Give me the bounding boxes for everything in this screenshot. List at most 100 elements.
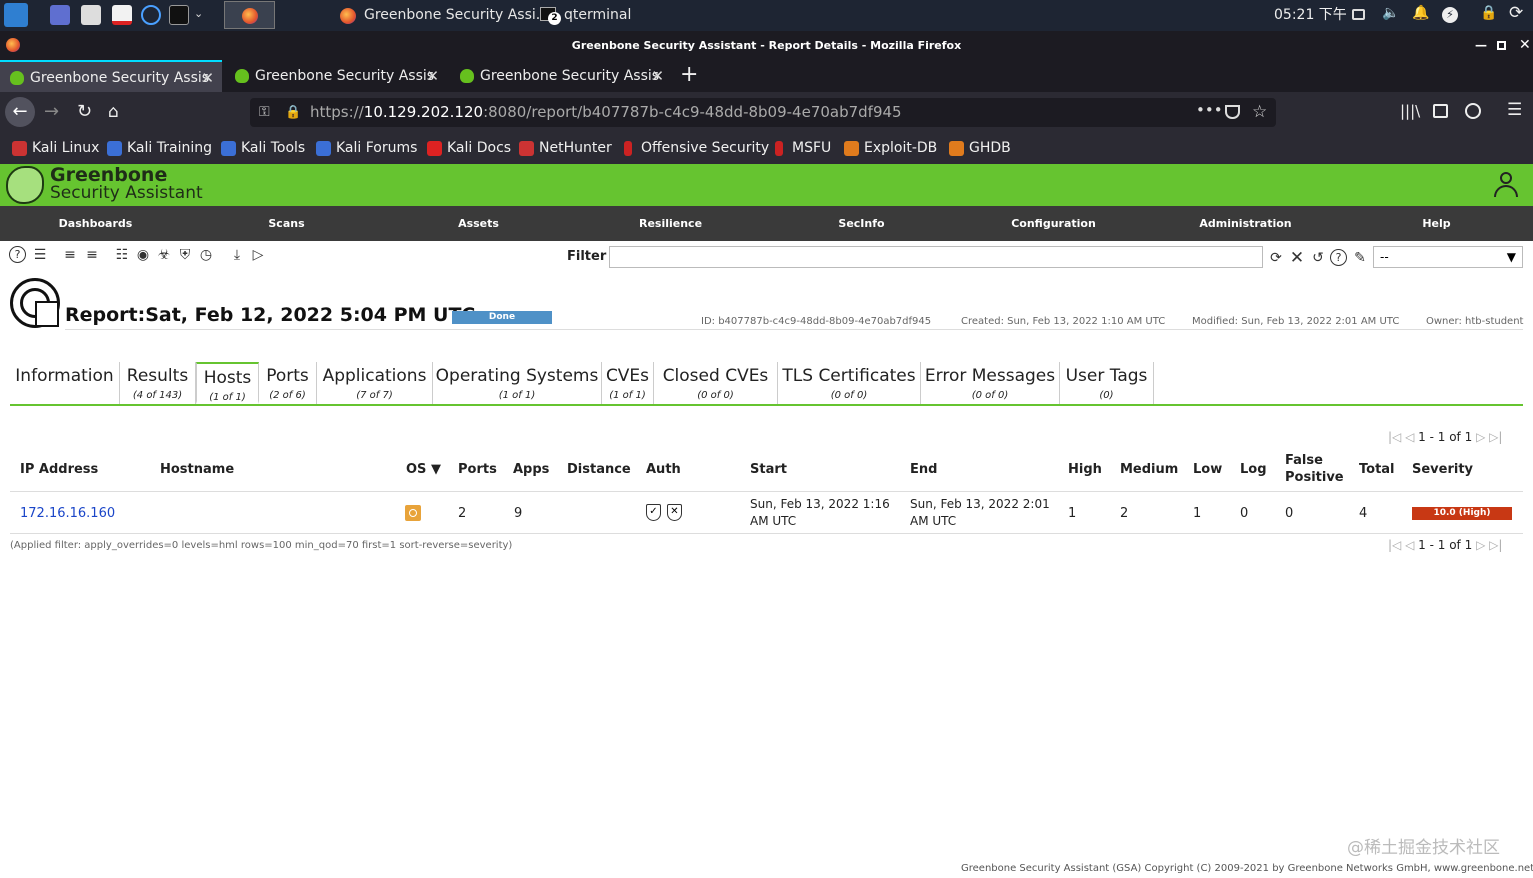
task-details-icon[interactable]: ☷ (113, 246, 131, 264)
tab-user-tags[interactable]: User Tags (0) (1060, 362, 1154, 404)
results-icon[interactable]: ◉ (134, 246, 152, 264)
reset-to-default-icon[interactable]: ↺ (1309, 249, 1327, 267)
terminal-launcher-icon[interactable] (169, 5, 189, 25)
browser-tab-1[interactable]: Greenbone Security Assis ✕ (0, 60, 222, 92)
add-to-assets-icon[interactable]: ≡ (61, 246, 79, 264)
tab-operating-systems[interactable]: Operating Systems (1 of 1) (433, 362, 602, 404)
bookmark-kali-docs[interactable]: Kali Docs (427, 132, 511, 164)
pocket-icon[interactable] (1225, 105, 1240, 119)
tab-hosts[interactable]: Hosts (1 of 1) (196, 362, 259, 404)
col-ports[interactable]: Ports (458, 462, 497, 477)
host-ip-link[interactable]: 172.16.16.160 (20, 506, 115, 521)
lock-icon[interactable]: 🔒 (1480, 5, 1497, 21)
bookmark-exploit-db[interactable]: Exploit-DB (844, 132, 937, 164)
url-bar[interactable]: ⚿ 🔒 https://10.129.202.120:8080/report/b… (250, 98, 1276, 127)
col-hostname[interactable]: Hostname (160, 462, 234, 477)
tls-certificates-icon[interactable]: ⛨ (176, 246, 194, 264)
tab-results[interactable]: Results (4 of 143) (120, 362, 196, 404)
close-tab-icon[interactable]: ✕ (426, 60, 439, 92)
trigger-alert-icon[interactable]: ▷ (249, 246, 267, 264)
tab-cves[interactable]: CVEs (1 of 1) (602, 362, 654, 404)
bookmark-offensive-security[interactable]: Offensive Security (621, 132, 769, 164)
volume-icon[interactable]: 🔈 (1382, 5, 1399, 21)
reset-filter-icon[interactable]: ✕ (1288, 249, 1306, 267)
tab-error-messages[interactable]: Error Messages (0 of 0) (921, 362, 1060, 404)
col-start[interactable]: Start (750, 462, 787, 477)
col-log[interactable]: Log (1240, 462, 1267, 477)
forward-button[interactable]: → (44, 97, 59, 127)
maximize-button[interactable] (1497, 41, 1506, 50)
menu-configuration[interactable]: Configuration (958, 206, 1149, 241)
task-qterminal[interactable]: 2 qterminal (540, 0, 650, 31)
prev-page-icon[interactable]: ◁ (1405, 538, 1414, 552)
greenbone-logo-icon[interactable] (6, 166, 44, 204)
filter-select[interactable]: -- ▼ (1373, 246, 1523, 268)
task-firefox[interactable]: Greenbone Security Assi... (338, 0, 549, 31)
filter-input[interactable] (609, 246, 1263, 268)
browser-tab-3[interactable]: Greenbone Security Assis ✕ (450, 60, 672, 92)
menu-assets[interactable]: Assets (383, 206, 574, 241)
bookmark-star-icon[interactable]: ☆ (1252, 98, 1267, 127)
workspace-icon[interactable] (50, 5, 70, 25)
bookmark-msfu[interactable]: MSFU (772, 132, 831, 164)
browser-tab-2[interactable]: Greenbone Security Assis ✕ (225, 60, 447, 92)
col-ip-address[interactable]: IP Address (20, 462, 98, 477)
close-tab-icon[interactable]: ✕ (201, 62, 214, 92)
filter-help-icon[interactable]: ? (1330, 249, 1347, 266)
text-editor-icon[interactable] (112, 5, 132, 25)
bookmark-kali-linux[interactable]: Kali Linux (12, 132, 99, 164)
prev-page-icon[interactable]: ◁ (1405, 430, 1414, 444)
tab-tls-certificates[interactable]: TLS Certificates (0 of 0) (778, 362, 921, 404)
menu-help[interactable]: Help (1341, 206, 1532, 241)
page-actions-icon[interactable]: ••• (1196, 96, 1223, 125)
next-page-icon[interactable]: ▷ (1476, 538, 1485, 552)
download-icon[interactable]: ⤓ (228, 246, 246, 264)
app-menu-icon[interactable]: ☰ (1507, 100, 1522, 120)
tab-closed-cves[interactable]: Closed CVEs (0 of 0) (654, 362, 778, 404)
bookmark-kali-tools[interactable]: Kali Tools (221, 132, 305, 164)
edit-filter-icon[interactable]: ✎ (1351, 249, 1369, 267)
library-icon[interactable]: |||\ (1400, 102, 1420, 120)
reload-button[interactable]: ↻ (77, 97, 92, 127)
menu-scans[interactable]: Scans (191, 206, 382, 241)
menu-secinfo[interactable]: SecInfo (766, 206, 957, 241)
first-page-icon[interactable]: |◁ (1388, 538, 1401, 552)
bookmark-kali-training[interactable]: Kali Training (107, 132, 212, 164)
col-distance[interactable]: Distance (567, 462, 631, 477)
browser-launcher-icon[interactable] (141, 5, 161, 25)
notification-bell-icon[interactable]: 🔔 (1412, 5, 1429, 21)
kali-menu-icon[interactable] (4, 3, 28, 27)
help-icon[interactable]: ? (9, 246, 26, 263)
col-os[interactable]: OS ▼ (406, 462, 441, 477)
col-low[interactable]: Low (1193, 462, 1222, 477)
update-filter-icon[interactable]: ⟳ (1267, 249, 1285, 267)
home-button[interactable]: ⌂ (108, 97, 119, 127)
close-window-button[interactable]: ✕ (1519, 31, 1531, 60)
back-button[interactable]: ← (5, 97, 35, 127)
bookmark-ghdb[interactable]: GHDB (949, 132, 1011, 164)
logout-icon[interactable]: ⟳ (1509, 3, 1523, 23)
bookmark-nethunter[interactable]: NetHunter (519, 132, 612, 164)
col-auth[interactable]: Auth (646, 462, 681, 477)
files-icon[interactable] (81, 5, 101, 25)
col-total[interactable]: Total (1359, 462, 1395, 477)
menu-administration[interactable]: Administration (1150, 206, 1341, 241)
tab-ports[interactable]: Ports (2 of 6) (259, 362, 317, 404)
col-medium[interactable]: Medium (1120, 462, 1178, 477)
sidebar-icon[interactable] (1433, 104, 1448, 118)
user-menu-icon[interactable] (1493, 172, 1519, 198)
display-icon[interactable] (1352, 9, 1365, 20)
menu-dashboards[interactable]: Dashboards (0, 206, 191, 241)
power-manager-icon[interactable]: ⚡ (1442, 7, 1458, 23)
col-false-positive-line2[interactable]: Positive (1285, 470, 1344, 485)
bookmark-kali-forums[interactable]: Kali Forums (316, 132, 417, 164)
col-apps[interactable]: Apps (513, 462, 549, 477)
new-tab-button[interactable]: + (680, 62, 698, 87)
col-false-positive-line1[interactable]: False (1285, 453, 1323, 468)
col-severity[interactable]: Severity (1412, 462, 1473, 477)
col-high[interactable]: High (1068, 462, 1102, 477)
col-end[interactable]: End (910, 462, 937, 477)
url-text[interactable]: https://10.129.202.120:8080/report/b4077… (310, 98, 902, 127)
tracking-shield-icon[interactable]: ⚿ (259, 98, 270, 127)
firefox-task-button[interactable] (224, 1, 275, 29)
